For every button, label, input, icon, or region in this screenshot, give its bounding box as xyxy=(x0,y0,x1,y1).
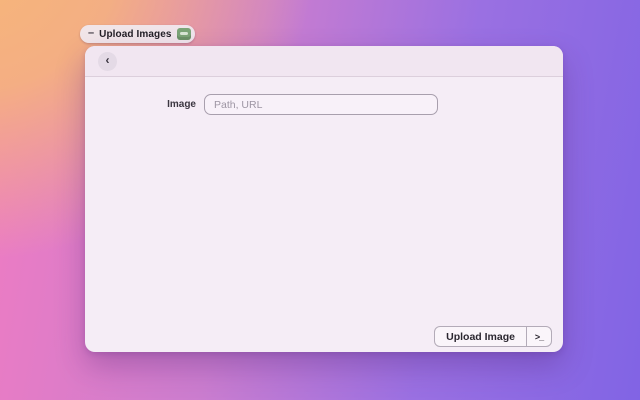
back-button[interactable]: ‹ xyxy=(98,52,117,71)
image-field-label: Image xyxy=(167,99,196,110)
app-icon xyxy=(176,28,191,40)
upload-image-button[interactable]: Upload Image xyxy=(435,327,526,346)
panel-header: ‹ xyxy=(85,46,563,77)
window-chip-title: Upload Images xyxy=(99,28,172,40)
terminal-button[interactable]: >_ xyxy=(527,327,551,346)
panel-footer: Upload Image >_ xyxy=(434,326,552,347)
upload-panel: ‹ Image Upload Image >_ xyxy=(85,46,563,352)
chevron-left-icon: ‹ xyxy=(105,53,110,67)
upload-split-button: Upload Image >_ xyxy=(434,326,552,347)
window-chip[interactable]: – Upload Images xyxy=(80,25,195,43)
image-path-input[interactable] xyxy=(204,94,438,115)
minimize-icon[interactable]: – xyxy=(88,27,94,39)
terminal-icon: >_ xyxy=(534,331,544,342)
